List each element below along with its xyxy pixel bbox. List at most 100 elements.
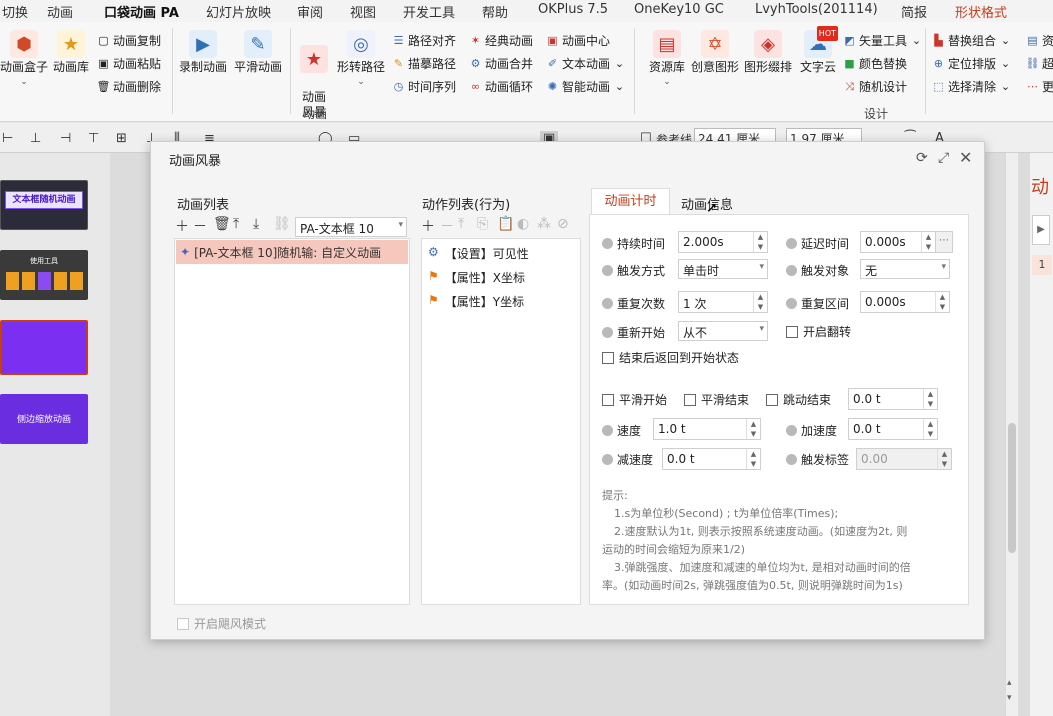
- text-anim-button[interactable]: ✐ 文本动画 ⌄: [546, 55, 626, 72]
- tab-shape-format[interactable]: 形状格式: [955, 2, 1007, 21]
- action-item-y[interactable]: ⚑ 【属性】Y坐标: [428, 293, 524, 310]
- spinner-arrows-icon[interactable]: ▲ ▼: [937, 449, 951, 469]
- return-start-checkbox[interactable]: 结束后返回到开始状态: [602, 349, 739, 366]
- tab-pocket-animation[interactable]: 口袋动画 PA: [104, 2, 179, 25]
- locate-layout-button[interactable]: ⊕ 定位排版 ⌄: [932, 55, 1012, 72]
- spinner-arrows-icon[interactable]: ▲ ▼: [753, 232, 767, 252]
- vector-tool-button[interactable]: ◩ 矢量工具 ⌄: [843, 32, 923, 49]
- tab-transition[interactable]: 切换: [2, 2, 28, 21]
- tab-okplus[interactable]: OKPlus 7.5: [538, 2, 608, 17]
- replace-group-button[interactable]: ▙ 替换组合 ⌄: [932, 32, 1012, 49]
- shape-layout-button[interactable]: ◈ 图形缀排: [743, 30, 793, 75]
- remove-action-icon[interactable]: －: [440, 216, 454, 236]
- anim-box-button[interactable]: ⬢ 动画盒子 ⌄: [0, 30, 48, 90]
- slide-thumb-2[interactable]: 使用工具: [0, 250, 88, 300]
- delay-more-button[interactable]: ⋯: [935, 231, 953, 253]
- trigger-obj-select[interactable]: 无 ▾: [860, 259, 950, 279]
- pane-play-icon[interactable]: ▶: [1032, 215, 1050, 245]
- more-button[interactable]: ⋯ 更: [1026, 78, 1053, 95]
- trace-path-button[interactable]: ✎ 描摹路径: [392, 55, 456, 72]
- toggle-action-icon[interactable]: ◐: [517, 216, 529, 232]
- accel-input[interactable]: 0.0 t ▲ ▼: [848, 418, 938, 440]
- loop-anim-button[interactable]: ∞ 动画循环: [469, 78, 533, 95]
- action-item-visibility[interactable]: ⚙ 【设置】可见性: [428, 245, 529, 262]
- time-seq-button[interactable]: ◷ 时间序列: [392, 78, 456, 95]
- record-anim-button[interactable]: ▶ 录制动画: [178, 30, 228, 75]
- tab-onekey[interactable]: OneKey10 GC: [634, 2, 724, 17]
- color-replace-button[interactable]: ■ 颜色替换: [843, 55, 907, 72]
- tab-slideshow[interactable]: 幻灯片放映: [206, 2, 271, 21]
- chevron-up-icon[interactable]: ▴: [1007, 678, 1012, 688]
- shape-to-path-button[interactable]: ◎ 形转路径 ⌄: [336, 30, 386, 90]
- target-object-select[interactable]: PA-文本框 10 ▾: [295, 217, 407, 237]
- spinner-arrows-icon[interactable]: ▲ ▼: [746, 449, 760, 469]
- delay-input[interactable]: 0.000s ▲ ▼: [860, 231, 936, 253]
- scroll-thumb[interactable]: [1008, 423, 1016, 553]
- select-clear-button[interactable]: ⬚ 选择清除 ⌄: [932, 78, 1012, 95]
- trigger-select[interactable]: 单击时 ▾: [678, 259, 768, 279]
- spinner-arrows-icon[interactable]: ▲ ▼: [746, 419, 760, 439]
- anim-library-button[interactable]: ★ 动画库: [52, 30, 90, 75]
- tab-developer[interactable]: 开发工具: [403, 2, 455, 21]
- vertical-scrollbar[interactable]: ▴ ▾: [1005, 153, 1018, 716]
- trash-icon[interactable]: 🗑: [213, 216, 231, 232]
- bounce-input[interactable]: 0.0 t ▲ ▼: [848, 388, 938, 410]
- disable-action-icon[interactable]: ⊘: [557, 216, 569, 232]
- tab-review[interactable]: 审阅: [297, 2, 323, 21]
- anim-copy-button[interactable]: ▢ 动画复制: [97, 32, 161, 49]
- tab-lvyhtools[interactable]: LvyhTools(201114): [755, 2, 878, 17]
- res-button[interactable]: ▤ 资: [1026, 32, 1053, 49]
- action-item-x[interactable]: ⚑ 【属性】X坐标: [428, 269, 525, 286]
- spinner-arrows-icon[interactable]: ▲ ▼: [753, 292, 767, 312]
- spinner-arrows-icon[interactable]: ▲ ▼: [923, 419, 937, 439]
- slide-thumb-1[interactable]: 文本框随机动画: [0, 180, 88, 230]
- repeat-interval-input[interactable]: 0.000s ▲ ▼: [860, 291, 950, 313]
- link-icon[interactable]: ⛓: [273, 216, 291, 232]
- spinner-arrows-icon[interactable]: ▲ ▼: [935, 292, 949, 312]
- add-action-icon[interactable]: ＋: [421, 216, 435, 236]
- restart-select[interactable]: 从不 ▾: [678, 321, 768, 341]
- speed-input[interactable]: 1.0 t ▲ ▼: [653, 418, 761, 440]
- align-center-icon[interactable]: ⊥: [30, 131, 41, 146]
- remove-icon[interactable]: －: [193, 216, 207, 236]
- refresh-icon[interactable]: ⟳: [916, 150, 928, 166]
- merge-anim-button[interactable]: ⚙ 动画合并: [469, 55, 533, 72]
- align-left-icon[interactable]: ⊢: [2, 131, 13, 146]
- copy-action-icon[interactable]: ⎘: [477, 216, 488, 232]
- super-button[interactable]: ⛓ 超: [1026, 55, 1053, 72]
- path-align-button[interactable]: ☰ 路径对齐: [392, 32, 456, 49]
- paste-action-icon[interactable]: 📋: [497, 216, 514, 232]
- smooth-anim-button[interactable]: ✎ 平滑动画: [232, 30, 284, 75]
- align-right-icon[interactable]: ⊣: [60, 131, 71, 146]
- smart-anim-button[interactable]: ✺ 智能动画 ⌄: [546, 78, 626, 95]
- chevron-down-icon[interactable]: ▾: [1007, 693, 1012, 703]
- move-action-up-icon[interactable]: ⤒: [458, 216, 464, 232]
- move-down-icon[interactable]: ⤓: [253, 216, 259, 232]
- creative-shape-button[interactable]: ✡ 创意图形: [690, 30, 740, 75]
- tab-brief[interactable]: 简报: [901, 2, 927, 21]
- storm-mode-checkbox[interactable]: 开启飓风模式: [177, 615, 266, 632]
- random-design-button[interactable]: ⤨ 随机设计: [843, 78, 907, 95]
- group-action-icon[interactable]: ⁂: [537, 216, 551, 232]
- align-top-icon[interactable]: ⊤: [88, 131, 99, 146]
- tab-help[interactable]: 帮助: [482, 2, 508, 21]
- resource-library-button[interactable]: ▤ 资源库 ⌄: [647, 30, 687, 90]
- slide-thumb-4[interactable]: 侧边缩放动画: [0, 394, 88, 444]
- restore-icon[interactable]: ⤢: [938, 150, 949, 166]
- smooth-end-checkbox[interactable]: 平滑结束: [684, 391, 749, 408]
- move-up-icon[interactable]: ⤒: [233, 216, 239, 232]
- pane-anim-index[interactable]: 1: [1032, 255, 1052, 275]
- close-icon[interactable]: ✕: [959, 148, 972, 167]
- tab-anim-timing[interactable]: 动画计时: [591, 188, 670, 215]
- anim-paste-button[interactable]: ▣ 动画粘贴: [97, 55, 161, 72]
- spinner-arrows-icon[interactable]: ▲ ▼: [921, 232, 935, 252]
- trigger-bookmark-input[interactable]: 0.00 ▲ ▼: [856, 448, 952, 470]
- anim-center-button[interactable]: ▣ 动画中心: [546, 32, 610, 49]
- spinner-arrows-icon[interactable]: ▲ ▼: [923, 389, 937, 409]
- tab-view[interactable]: 视图: [350, 2, 376, 21]
- slide-thumb-3-selected[interactable]: [0, 320, 88, 375]
- add-icon[interactable]: ＋: [175, 216, 189, 236]
- tab-animation[interactable]: 动画: [47, 2, 73, 21]
- duration-input[interactable]: 2.000s ▲ ▼: [678, 231, 768, 253]
- bounce-end-checkbox[interactable]: 跳动结束: [766, 391, 831, 408]
